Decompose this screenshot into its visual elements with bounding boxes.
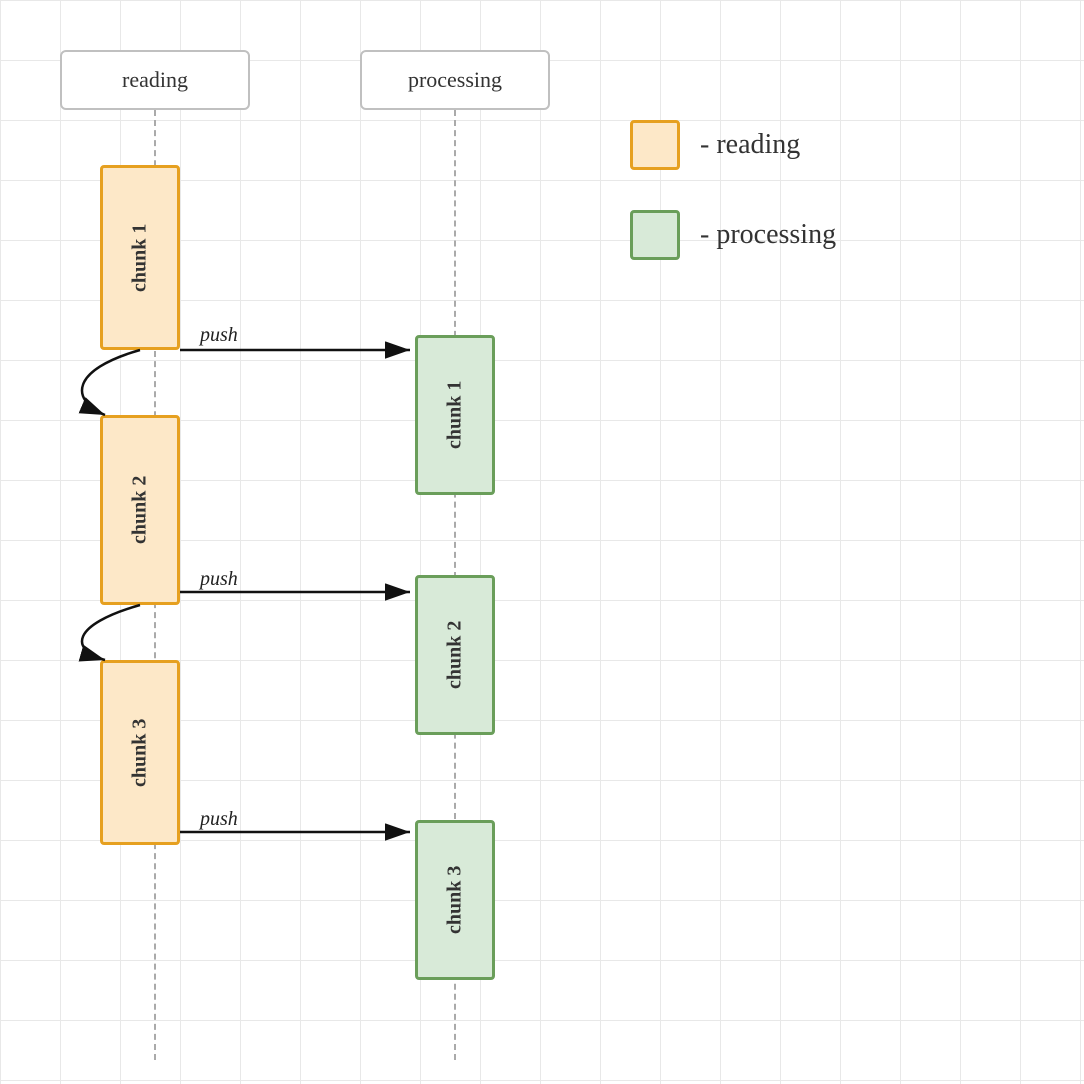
chunk-reading-2-label: chunk 2 xyxy=(129,476,152,544)
push-label-3: push xyxy=(200,808,238,831)
chunk-processing-2-label: chunk 2 xyxy=(444,621,467,689)
chunk-reading-3-label: chunk 3 xyxy=(129,718,152,786)
diagram-area: reading processing chunk 1 chunk 2 chunk… xyxy=(0,0,1084,1084)
legend-reading-box xyxy=(630,120,680,170)
chunk-processing-3-label: chunk 3 xyxy=(444,866,467,934)
legend-processing-label: - processing xyxy=(700,219,836,251)
push-label-1: push xyxy=(200,324,238,347)
chunk-processing-1-label: chunk 1 xyxy=(444,381,467,449)
legend-processing-item: - processing xyxy=(630,210,836,260)
chunk-reading-1-label: chunk 1 xyxy=(129,223,152,291)
legend-processing-box xyxy=(630,210,680,260)
chunk-processing-1: chunk 1 xyxy=(415,335,495,495)
chunk-reading-1: chunk 1 xyxy=(100,165,180,350)
legend-reading-item: - reading xyxy=(630,120,836,170)
lane-processing-label: processing xyxy=(408,67,502,93)
legend-reading-label: - reading xyxy=(700,129,800,161)
legend: - reading - processing xyxy=(630,120,836,300)
lane-header-processing: processing xyxy=(360,50,550,110)
chunk-reading-3: chunk 3 xyxy=(100,660,180,845)
chunk-processing-3: chunk 3 xyxy=(415,820,495,980)
lane-header-reading: reading xyxy=(60,50,250,110)
push-label-2: push xyxy=(200,568,238,591)
chunk-processing-2: chunk 2 xyxy=(415,575,495,735)
lane-reading-label: reading xyxy=(122,67,188,93)
chunk-reading-2: chunk 2 xyxy=(100,415,180,605)
